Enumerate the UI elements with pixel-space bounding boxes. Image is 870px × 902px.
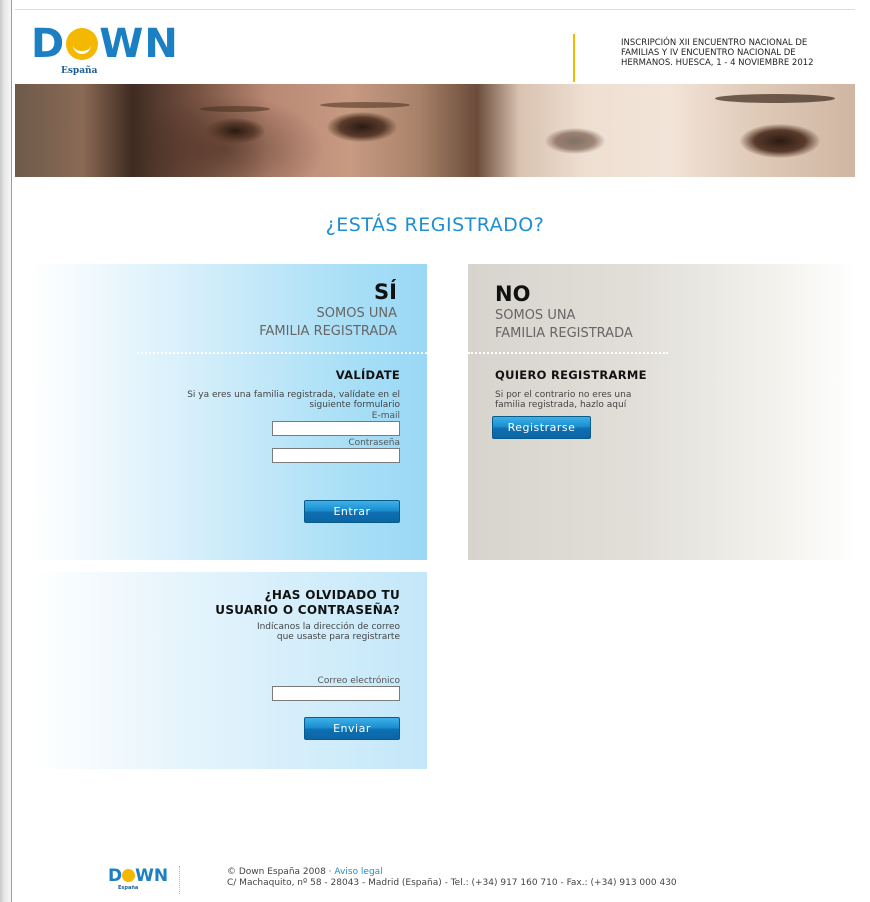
forgot-form: Correo electrónico — [200, 675, 400, 701]
logo-subtitle: España — [61, 66, 98, 76]
window-left-edge — [0, 0, 12, 902]
register-description: Si por el contrario no eres una familia … — [495, 390, 632, 410]
registered-heading: SÍ SOMOS UNA FAMILIA REGISTRADA — [259, 280, 397, 340]
register-section-title: QUIERO REGISTRARME — [495, 368, 647, 382]
site-header: D WN España INSCRIPCIÓN XII ENCUENTRO NAC… — [15, 9, 855, 94]
not-registered-heading: NO SOMOS UNA FAMILIA REGISTRADA — [495, 282, 633, 342]
not-registered-subtitle-1: SOMOS UNA — [495, 308, 576, 323]
panel-not-registered: NO SOMOS UNA FAMILIA REGISTRADA QUIERO R… — [468, 264, 855, 560]
footer-logo-subtitle: España — [118, 885, 139, 891]
registered-subtitle-1: SOMOS UNA — [316, 306, 397, 321]
not-registered-subtitle-2: FAMILIA REGISTRADA — [495, 326, 633, 341]
login-section-title: VALÍDATE — [335, 368, 400, 382]
login-description: Si ya eres una familia registrada, valíd… — [187, 390, 400, 410]
email-field[interactable] — [272, 421, 400, 436]
not-registered-title: NO — [495, 282, 531, 306]
dotted-divider — [468, 352, 668, 354]
registered-title: SÍ — [374, 280, 397, 304]
forgot-heading: ¿HAS OLVIDADO TU USUARIO O CONTRASEÑA? I… — [140, 588, 400, 642]
dotted-divider — [137, 352, 427, 354]
copyright-text: © Down España 2008 · — [227, 867, 332, 877]
page: D WN España INSCRIPCIÓN XII ENCUENTRO NAC… — [15, 0, 855, 902]
banner-photo — [15, 84, 855, 177]
recovery-email-label: Correo electrónico — [317, 676, 400, 686]
recovery-email-field[interactable] — [272, 686, 400, 701]
logo-wordmark: D WN — [31, 21, 179, 67]
password-label: Contraseña — [348, 438, 400, 448]
address-text: C/ Machaquito, nº 58 - 28043 - Madrid (E… — [227, 878, 677, 888]
panel-registered: SÍ SOMOS UNA FAMILIA REGISTRADA VALÍDATE… — [32, 264, 427, 560]
footer-divider — [179, 866, 180, 894]
panel-forgot-password: ¿HAS OLVIDADO TU USUARIO O CONTRASEÑA? I… — [32, 572, 427, 769]
forgot-description: Indícanos la dirección de correo que usa… — [256, 622, 400, 642]
registered-subtitle-2: FAMILIA REGISTRADA — [259, 324, 397, 339]
footer-logo[interactable]: D WN — [108, 866, 168, 886]
footer-text: © Down España 2008 · Aviso legal C/ Mach… — [227, 867, 677, 889]
send-button[interactable]: Enviar — [304, 717, 400, 740]
forgot-title-1: ¿HAS OLVIDADO TU — [264, 588, 400, 602]
page-title: ¿ESTÁS REGISTRADO? — [325, 214, 545, 236]
smiley-icon — [122, 869, 136, 882]
email-label: E-mail — [371, 411, 400, 421]
event-title: INSCRIPCIÓN XII ENCUENTRO NACIONAL DE FA… — [621, 38, 814, 68]
forgot-title-2: USUARIO O CONTRASEÑA? — [215, 603, 400, 617]
register-section: QUIERO REGISTRARME Si por el contrario n… — [495, 368, 715, 410]
login-form: VALÍDATE Si ya eres una familia registra… — [180, 368, 400, 463]
password-field[interactable] — [272, 448, 400, 463]
legal-notice-link[interactable]: Aviso legal — [334, 867, 382, 877]
smiley-icon — [66, 28, 99, 60]
header-divider — [573, 34, 575, 82]
down-espana-logo[interactable]: D WN España — [31, 24, 191, 84]
register-button[interactable]: Registrarse — [492, 416, 591, 439]
login-button[interactable]: Entrar — [304, 500, 400, 523]
site-footer: D WN España © Down España 2008 · Aviso le… — [15, 860, 855, 896]
